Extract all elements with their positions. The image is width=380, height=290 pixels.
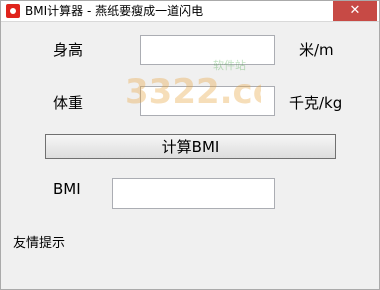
title-bar: BMI计算器 - 燕纸要瘦成一道闪电 ✕ [1, 1, 379, 22]
height-unit-label: 米/m [299, 41, 334, 59]
height-input[interactable] [140, 35, 275, 65]
bmi-label: BMI [53, 180, 81, 198]
close-button[interactable]: ✕ [333, 1, 377, 21]
window-title: BMI计算器 - 燕纸要瘦成一道闪电 [25, 4, 204, 18]
form-area: 身高 米/m 体重 千克/kg 计算BMI BMI 友情提示 [1, 22, 379, 289]
calculate-bmi-button[interactable]: 计算BMI [45, 134, 336, 159]
app-icon [6, 4, 20, 18]
weight-unit-label: 千克/kg [289, 94, 343, 112]
weight-label: 体重 [53, 94, 84, 112]
height-label: 身高 [53, 41, 84, 59]
bmi-calculator-window: BMI计算器 - 燕纸要瘦成一道闪电 ✕ 身高 米/m 体重 千克/kg 计算B… [0, 0, 380, 290]
bmi-result-field[interactable] [112, 178, 275, 209]
friendly-tip-label: 友情提示 [13, 236, 66, 251]
weight-input[interactable] [140, 86, 275, 116]
